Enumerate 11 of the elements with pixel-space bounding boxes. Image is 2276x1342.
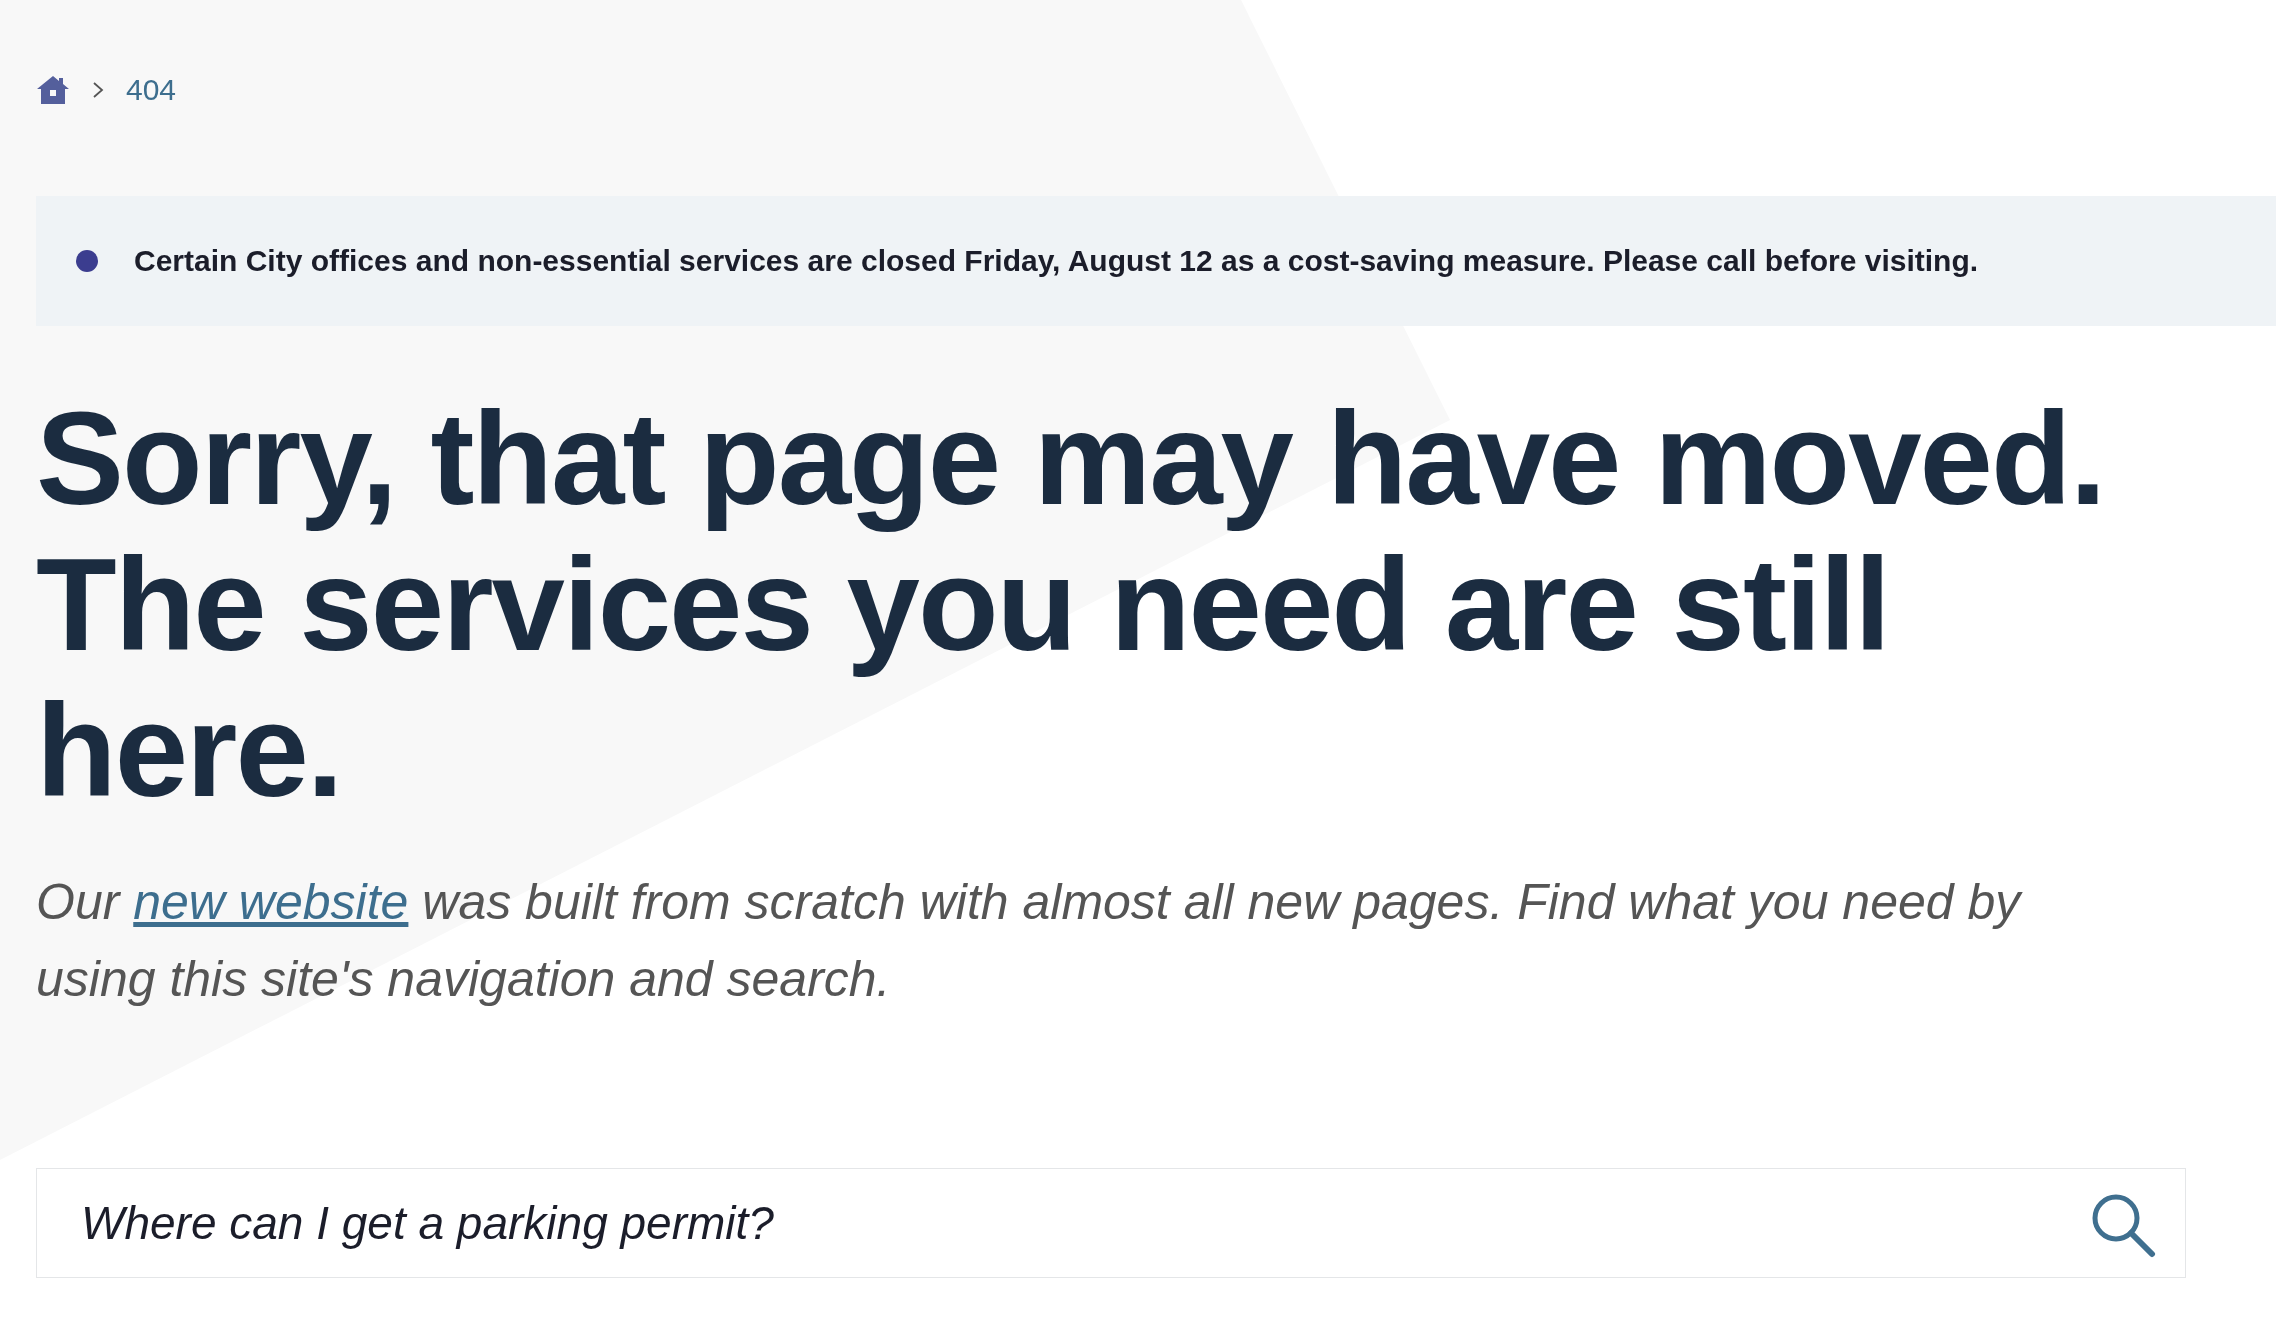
intro-paragraph: Our new website was built from scratch with almost all new pages. Find what you need by using this site's navigation and search. — [36, 873, 2024, 1009]
chevron-icon — [92, 81, 104, 99]
breadcrumb-current: 404 — [126, 73, 177, 107]
alert-dot-icon — [76, 250, 98, 272]
alert-text: Certain City offices and non-essential services are closed Friday, August 12 as a cost-saving measure. Please call before visiting. — [134, 244, 1979, 278]
search-icon[interactable] — [2090, 1192, 2156, 1258]
search-field[interactable]: Where can I get a parking permit? — [36, 1168, 2186, 1278]
new-website-link[interactable]: new website — [133, 874, 409, 930]
home-link[interactable] — [36, 75, 70, 105]
page-heading: Sorry, that page may have moved. The services you need are still here. — [36, 386, 2106, 824]
home-icon — [36, 75, 70, 105]
